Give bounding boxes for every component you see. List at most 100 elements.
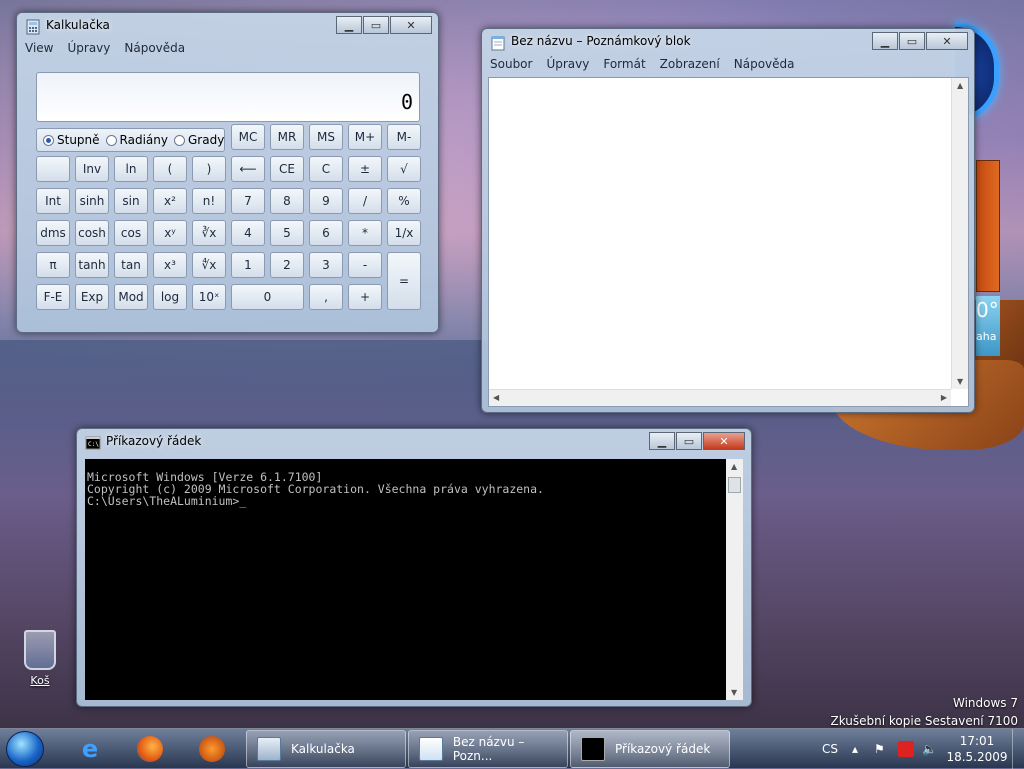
antivirus-icon[interactable] bbox=[898, 729, 914, 769]
minimize-button[interactable]: ▁ bbox=[872, 32, 898, 50]
volume-icon[interactable]: 🔈 bbox=[922, 729, 937, 769]
maximize-button[interactable]: ▭ bbox=[676, 432, 702, 450]
menu-view[interactable]: View bbox=[25, 41, 53, 55]
key-Mod[interactable]: Mod bbox=[114, 284, 148, 310]
key-MR[interactable]: MR bbox=[270, 124, 304, 150]
maximize-button[interactable]: ▭ bbox=[363, 16, 389, 34]
notepad-window[interactable]: Bez názvu – Poznámkový blok ▁ ▭ ✕ Soubor… bbox=[481, 28, 975, 413]
key-x[interactable]: ∛x bbox=[192, 220, 226, 246]
taskbar-item-notepad[interactable]: Bez názvu – Pozn... bbox=[408, 730, 568, 768]
key-symbol[interactable]: ( bbox=[153, 156, 187, 182]
taskbar-item-cmd[interactable]: Příkazový řádek bbox=[570, 730, 730, 768]
calculator-window[interactable]: Kalkulačka ▁ ▭ ✕ View Úpravy Nápověda 0 … bbox=[16, 12, 439, 333]
key-log[interactable]: log bbox=[153, 284, 187, 310]
system-clock[interactable]: 17:01 18.5.2009 bbox=[942, 733, 1012, 765]
radio-stupne[interactable]: Stupně bbox=[43, 133, 100, 147]
key-blank[interactable] bbox=[36, 156, 70, 182]
key-4[interactable]: 4 bbox=[231, 220, 265, 246]
key-6[interactable]: 6 bbox=[309, 220, 343, 246]
key-symbol[interactable]: = bbox=[387, 252, 421, 310]
key-cosh[interactable]: cosh bbox=[75, 220, 109, 246]
menu-upravy[interactable]: Úpravy bbox=[67, 41, 110, 55]
key-1[interactable]: 1 bbox=[231, 252, 265, 278]
key-10[interactable]: 10ˣ bbox=[192, 284, 226, 310]
menu-soubor[interactable]: Soubor bbox=[490, 57, 532, 71]
start-button[interactable] bbox=[6, 731, 44, 767]
scroll-right-icon[interactable]: ▶ bbox=[941, 393, 947, 402]
key-symbol[interactable]: ± bbox=[348, 156, 382, 182]
key-CE[interactable]: CE bbox=[270, 156, 304, 182]
key-7[interactable]: 7 bbox=[231, 188, 265, 214]
close-button[interactable]: ✕ bbox=[390, 16, 432, 34]
reason-icon[interactable] bbox=[192, 733, 232, 765]
key-symbol[interactable]: , bbox=[309, 284, 343, 310]
key-symbol[interactable]: ) bbox=[192, 156, 226, 182]
close-button[interactable]: ✕ bbox=[926, 32, 968, 50]
notepad-text-area[interactable]: ▲ ▼ ◀ ▶ bbox=[488, 77, 969, 407]
scroll-down-icon[interactable]: ▼ bbox=[731, 688, 737, 697]
key-x[interactable]: xʸ bbox=[153, 220, 187, 246]
key-Exp[interactable]: Exp bbox=[75, 284, 109, 310]
vertical-scrollbar[interactable]: ▲ ▼ bbox=[951, 78, 968, 389]
horizontal-scrollbar[interactable]: ◀ ▶ bbox=[489, 389, 951, 406]
radio-radiany[interactable]: Radiány bbox=[105, 133, 168, 147]
key-symbol[interactable]: / bbox=[348, 188, 382, 214]
key-symbol[interactable]: √ bbox=[387, 156, 421, 182]
scroll-up-icon[interactable]: ▲ bbox=[957, 81, 963, 90]
key-symbol[interactable]: ⟵ bbox=[231, 156, 265, 182]
key-x[interactable]: x³ bbox=[153, 252, 187, 278]
action-center-flag-icon[interactable]: ⚑ bbox=[874, 729, 885, 769]
command-prompt-window[interactable]: C:\ Příkazový řádek ▁ ▭ ✕ Microsoft Wind… bbox=[76, 428, 752, 707]
language-indicator[interactable]: CS bbox=[822, 729, 838, 769]
recycle-bin-shortcut[interactable]: Koš bbox=[18, 630, 62, 687]
key-symbol[interactable]: * bbox=[348, 220, 382, 246]
scroll-down-icon[interactable]: ▼ bbox=[957, 377, 963, 386]
cmd-scrollbar[interactable]: ▲ ▼ bbox=[726, 459, 743, 700]
weather-gadget[interactable]: 0° aha bbox=[976, 296, 1000, 356]
key-FE[interactable]: F-E bbox=[36, 284, 70, 310]
key-1x[interactable]: 1/x bbox=[387, 220, 421, 246]
key-M[interactable]: M- bbox=[387, 124, 421, 150]
key-Int[interactable]: Int bbox=[36, 188, 70, 214]
menu-format[interactable]: Formát bbox=[603, 57, 645, 71]
maximize-button[interactable]: ▭ bbox=[899, 32, 925, 50]
key-8[interactable]: 8 bbox=[270, 188, 304, 214]
menu-napoveda[interactable]: Nápověda bbox=[734, 57, 795, 71]
key-x[interactable]: x² bbox=[153, 188, 187, 214]
key-n[interactable]: n! bbox=[192, 188, 226, 214]
key-9[interactable]: 9 bbox=[309, 188, 343, 214]
key-symbol[interactable]: π bbox=[36, 252, 70, 278]
scroll-thumb[interactable] bbox=[728, 477, 741, 493]
radio-grady[interactable]: Grady bbox=[174, 133, 224, 147]
calculator-titlebar[interactable]: Kalkulačka ▁ ▭ ✕ bbox=[17, 13, 438, 39]
firefox-icon[interactable] bbox=[130, 733, 170, 765]
key-tanh[interactable]: tanh bbox=[75, 252, 109, 278]
scroll-up-icon[interactable]: ▲ bbox=[731, 462, 737, 471]
close-button[interactable]: ✕ bbox=[703, 432, 745, 450]
key-cos[interactable]: cos bbox=[114, 220, 148, 246]
key-sinh[interactable]: sinh bbox=[75, 188, 109, 214]
key-C[interactable]: C bbox=[309, 156, 343, 182]
key-0[interactable]: 0 bbox=[231, 284, 304, 310]
scroll-left-icon[interactable]: ◀ bbox=[493, 393, 499, 402]
cmd-console[interactable]: Microsoft Windows [Verze 6.1.7100] Copyri… bbox=[85, 459, 743, 700]
key-symbol[interactable]: - bbox=[348, 252, 382, 278]
internet-explorer-icon[interactable]: e bbox=[70, 733, 110, 765]
notepad-titlebar[interactable]: Bez názvu – Poznámkový blok ▁ ▭ ✕ bbox=[482, 29, 974, 55]
key-Inv[interactable]: Inv bbox=[75, 156, 109, 182]
calendar-gadget[interactable] bbox=[976, 160, 1000, 292]
menu-zobrazeni[interactable]: Zobrazení bbox=[660, 57, 720, 71]
menu-napoveda[interactable]: Nápověda bbox=[124, 41, 185, 55]
key-dms[interactable]: dms bbox=[36, 220, 70, 246]
key-symbol[interactable]: % bbox=[387, 188, 421, 214]
key-2[interactable]: 2 bbox=[270, 252, 304, 278]
minimize-button[interactable]: ▁ bbox=[336, 16, 362, 34]
show-desktop-button[interactable] bbox=[1012, 729, 1024, 769]
key-symbol[interactable]: + bbox=[348, 284, 382, 310]
key-3[interactable]: 3 bbox=[309, 252, 343, 278]
key-MC[interactable]: MC bbox=[231, 124, 265, 150]
key-MS[interactable]: MS bbox=[309, 124, 343, 150]
key-5[interactable]: 5 bbox=[270, 220, 304, 246]
key-ln[interactable]: ln bbox=[114, 156, 148, 182]
taskbar-item-calculator[interactable]: Kalkulačka bbox=[246, 730, 406, 768]
